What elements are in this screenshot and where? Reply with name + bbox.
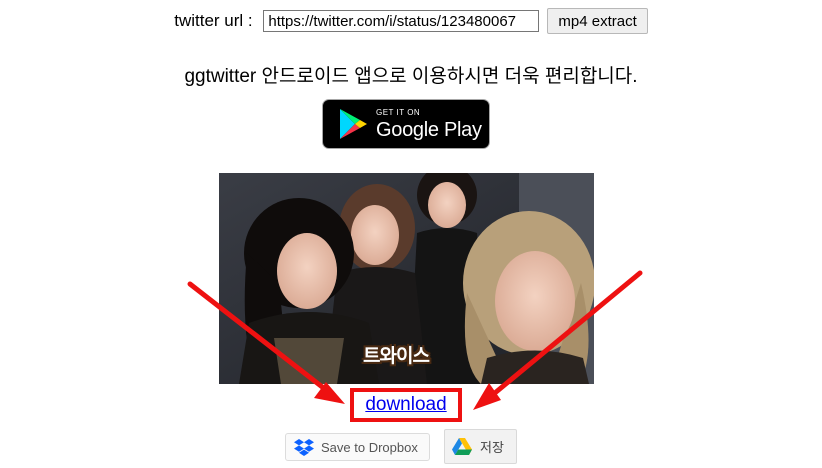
google-play-badge[interactable]: GET IT ON Google Play [322,99,490,149]
video-thumbnail[interactable]: 트와이스 [219,173,594,384]
save-to-dropbox-button[interactable]: Save to Dropbox [285,433,430,461]
url-row: twitter url : mp4 extract [0,8,822,34]
google-drive-icon [452,438,472,455]
app-promo-text: ggtwitter 안드로이드 앱으로 이용하시면 더욱 편리합니다. [184,66,638,87]
get-it-on-label: GET IT ON [376,107,421,117]
google-play-label: Google Play [376,118,482,141]
mp4-extract-button[interactable]: mp4 extract [547,8,648,34]
dropbox-button-label: Save to Dropbox [321,439,418,455]
google-play-text: GET IT ON Google Play [376,107,482,141]
drive-button-label: 저장 [480,440,504,455]
save-to-drive-button[interactable]: 저장 [444,429,517,464]
download-link[interactable]: download [365,394,446,416]
url-label: twitter url : [174,11,258,30]
twitter-url-input[interactable] [263,10,540,32]
video-caption: 트와이스 [363,345,430,367]
download-highlight-box: download [350,388,462,422]
google-play-icon [340,109,367,139]
dropbox-icon [294,438,314,456]
